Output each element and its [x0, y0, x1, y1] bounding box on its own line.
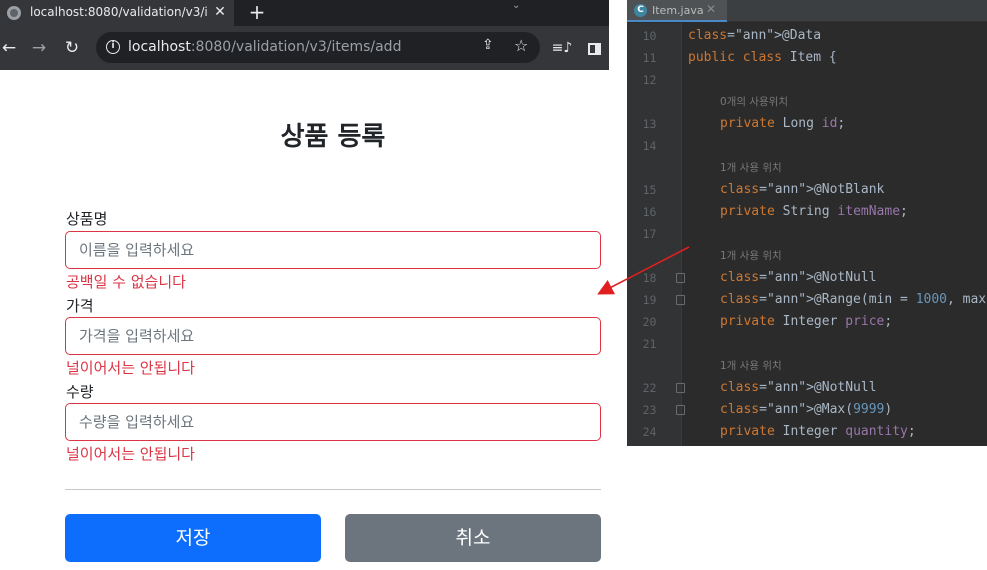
line-number: 16 [642, 205, 657, 219]
tab-search-icon[interactable]: ⌄ [512, 0, 520, 11]
quantity-input[interactable] [65, 403, 601, 441]
code-line: 10 class="ann">@Data [627, 25, 987, 47]
code-text: private Long id; [720, 116, 846, 131]
line-number: 22 [642, 381, 657, 395]
code-line: 12 [627, 69, 987, 91]
new-tab-icon[interactable]: + [248, 0, 266, 24]
line-number: 11 [642, 51, 657, 65]
code-line: 21 [627, 333, 987, 355]
price-input[interactable] [65, 317, 601, 355]
code-line: 23 class="ann">@Max(9999) [627, 399, 987, 421]
side-panel-icon[interactable] [583, 36, 605, 60]
code-line: 20 private Integer price; [627, 311, 987, 333]
save-button[interactable]: 저장 [65, 514, 321, 562]
editor-tab-close-icon[interactable]: ✕ [706, 2, 716, 16]
url-text[interactable]: localhost:8080/validation/v3/items/add [128, 39, 401, 55]
code-text: class="ann">@Range(min = 1000, max = 100… [720, 292, 987, 307]
code-text: public class Item { [688, 50, 837, 65]
code-line: 19 class="ann">@Range(min = 1000, max = 1… [627, 289, 987, 311]
item-name-error: 공백일 수 없습니다 [66, 273, 186, 291]
editor-tab-item-java[interactable]: C Item.java ✕ [627, 0, 727, 22]
item-name-input[interactable] [65, 231, 601, 269]
code-text: class="ann">@NotNull [720, 380, 877, 395]
info-icon[interactable]: i [106, 40, 120, 54]
line-number: 24 [642, 425, 657, 439]
code-line: 18 class="ann">@NotNull [627, 267, 987, 289]
bookmark-star-icon[interactable]: ☆ [514, 36, 528, 55]
code-usage-hint: 1개 사용 위치 [627, 245, 987, 267]
item-name-label: 상품명 [66, 210, 108, 228]
url-path: :8080/validation/v3/items/add [190, 39, 402, 55]
forward-arrow-icon[interactable]: → [28, 36, 50, 60]
code-line: 17 [627, 223, 987, 245]
usage-hint-text: 1개 사용 위치 [720, 360, 782, 372]
line-number: 20 [642, 315, 657, 329]
code-text: private Integer price; [720, 314, 893, 329]
line-number: 18 [642, 271, 657, 285]
line-number: 15 [642, 183, 657, 197]
browser-toolbar: ← → ↻ i localhost:8080/validation/v3/ite… [0, 26, 609, 70]
tab-close-icon[interactable]: ✕ [212, 3, 228, 21]
browser-tab[interactable]: localhost:8080/validation/v3/item ✕ [0, 0, 234, 26]
price-label: 가격 [66, 297, 94, 315]
form-divider [65, 489, 601, 490]
line-number: 10 [642, 29, 657, 43]
code-text: private String itemName; [720, 204, 908, 219]
share-icon[interactable]: ⇪ [482, 37, 494, 53]
fold-marker-icon[interactable] [676, 295, 685, 305]
code-text: class="ann">@Data [688, 28, 822, 43]
line-number: 23 [642, 403, 657, 417]
fold-marker-icon[interactable] [676, 383, 685, 393]
code-line: 22 class="ann">@NotNull [627, 377, 987, 399]
line-number: 13 [642, 117, 657, 131]
media-control-icon[interactable]: ≡♪ [551, 36, 573, 60]
code-text: class="ann">@NotNull [720, 270, 877, 285]
code-line: 11 public class Item { [627, 47, 987, 69]
address-bar[interactable]: i localhost:8080/validation/v3/items/add… [96, 32, 540, 63]
line-number: 14 [642, 139, 657, 153]
line-number: 21 [642, 337, 657, 351]
usage-hint-text: 1개 사용 위치 [720, 162, 782, 174]
globe-icon [7, 6, 21, 20]
code-line: 15 class="ann">@NotBlank [627, 179, 987, 201]
tab-title: localhost:8080/validation/v3/item [30, 5, 208, 19]
usage-hint-text: 1개 사용 위치 [720, 250, 782, 262]
editor-tab-bar: C Item.java ✕ [627, 0, 987, 22]
code-text: class="ann">@NotBlank [720, 182, 885, 197]
quantity-label: 수량 [66, 383, 94, 401]
page-title: 상품 등록 [280, 122, 386, 152]
java-class-icon: C [634, 4, 647, 17]
usage-hint-text: 0개의 사용위치 [720, 96, 788, 108]
ide-editor: C Item.java ✕ 10 class="ann">@Data 11 publi… [627, 0, 987, 446]
line-number: 12 [642, 73, 657, 87]
code-usage-hint: 1개 사용 위치 [627, 355, 987, 377]
price-error: 널이어서는 안됩니다 [66, 359, 195, 377]
code-line: 13 private Long id; [627, 113, 987, 135]
code-line: 16 private String itemName; [627, 201, 987, 223]
fold-marker-icon[interactable] [676, 273, 685, 283]
code-line: 24 private Integer quantity; [627, 421, 987, 443]
code-text: class="ann">@Max(9999) [720, 402, 893, 417]
code-usage-hint: 1개 사용 위치 [627, 157, 987, 179]
editor-tab-label: Item.java [652, 4, 704, 17]
code-usage-hint: 0개의 사용위치 [627, 91, 987, 113]
url-host: localhost [128, 39, 191, 55]
code-text: private Integer quantity; [720, 424, 916, 439]
quantity-error: 널이어서는 안됩니다 [66, 445, 195, 463]
line-number: 19 [642, 293, 657, 307]
cancel-button[interactable]: 취소 [345, 514, 601, 562]
tab-strip: localhost:8080/validation/v3/item ✕ + ⌄ [0, 0, 609, 26]
back-arrow-icon[interactable]: ← [0, 36, 20, 60]
line-number: 17 [642, 227, 657, 241]
code-line: 14 [627, 135, 987, 157]
fold-marker-icon[interactable] [676, 405, 685, 415]
browser-window: localhost:8080/validation/v3/item ✕ + ⌄ … [0, 0, 609, 570]
reload-icon[interactable]: ↻ [61, 36, 83, 60]
